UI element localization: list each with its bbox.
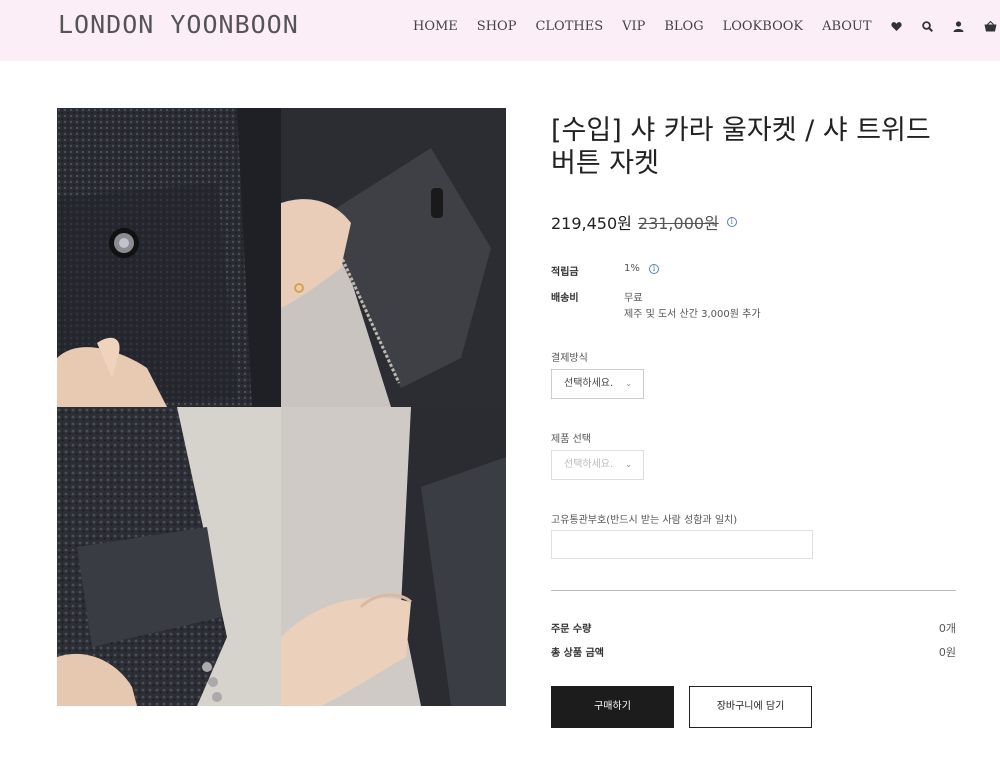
add-to-cart-button[interactable]: 장바구니에 담기 xyxy=(689,686,812,728)
shipping-label: 배송비 xyxy=(551,293,579,304)
points-value: 1% i xyxy=(624,263,660,274)
shipping-value: 무료 xyxy=(624,293,643,304)
customs-code-input[interactable] xyxy=(551,530,813,559)
chevron-down-icon: ⌄ xyxy=(625,379,632,388)
payment-method-label: 결제방식 xyxy=(551,353,588,364)
user-icon[interactable] xyxy=(953,17,964,36)
nav-blog[interactable]: BLOG xyxy=(664,19,703,34)
buy-now-button[interactable]: 구매하기 xyxy=(551,686,674,728)
payment-method-select[interactable]: 선택하세요. ⌄ xyxy=(551,369,644,399)
nav-home[interactable]: HOME xyxy=(413,19,458,34)
heart-icon[interactable] xyxy=(890,17,902,36)
chevron-down-icon: ⌄ xyxy=(625,460,632,469)
product-option-label: 제품 선택 xyxy=(551,434,591,445)
product-photo-hem[interactable] xyxy=(281,407,506,706)
divider xyxy=(551,590,956,591)
product-photo-sleeve-buttons[interactable] xyxy=(57,407,281,706)
shipping-note: 제주 및 도서 산간 3,000원 추가 xyxy=(624,309,761,320)
product-title: [수입] 샤 카라 울자켓 / 샤 트위드 버튼 자켓 xyxy=(551,115,931,179)
order-qty-value: 0개 xyxy=(938,622,956,635)
nav-clothes[interactable]: CLOTHES xyxy=(535,19,603,34)
site-logo[interactable]: LONDON YOONBOON xyxy=(58,10,299,39)
nav-lookbook[interactable]: LOOKBOOK xyxy=(723,19,803,34)
nav-vip[interactable]: VIP xyxy=(622,19,645,34)
product-option-value: 선택하세요. xyxy=(564,459,614,470)
search-icon[interactable] xyxy=(921,17,933,36)
product-photo-lining[interactable] xyxy=(281,108,506,407)
cart-link[interactable]: 15 xyxy=(984,17,1000,36)
points-rate: 1% xyxy=(624,263,640,274)
order-qty-label: 주문 수량 xyxy=(551,624,592,635)
original-price: 231,000원 xyxy=(637,214,719,233)
points-label: 적립금 xyxy=(551,267,579,278)
product-option-select[interactable]: 선택하세요. ⌄ xyxy=(551,450,644,480)
customs-code-label: 고유통관부호(반드시 받는 사람 성함과 일치) xyxy=(551,515,738,526)
total-price-value: 0원 xyxy=(938,646,956,659)
sale-price: 219,450원 xyxy=(551,214,632,233)
site-header: LONDON YOONBOON HOME SHOP CLOTHES VIP BL… xyxy=(0,0,1000,61)
points-info-icon[interactable]: i xyxy=(649,264,660,274)
total-price-label: 총 상품 금액 xyxy=(551,648,604,659)
price-info-icon[interactable]: i xyxy=(726,217,737,227)
payment-method-value: 선택하세요. xyxy=(564,378,614,389)
basket-icon xyxy=(984,17,997,36)
nav-shop[interactable]: SHOP xyxy=(477,19,517,34)
main-nav: HOME SHOP CLOTHES VIP BLOG LOOKBOOK ABOU… xyxy=(413,17,1000,35)
price-row: 219,450원 231,000원 i xyxy=(551,210,737,234)
product-photo-pocket-button[interactable] xyxy=(57,108,281,407)
nav-about[interactable]: ABOUT xyxy=(822,19,871,34)
product-gallery[interactable] xyxy=(57,108,506,706)
